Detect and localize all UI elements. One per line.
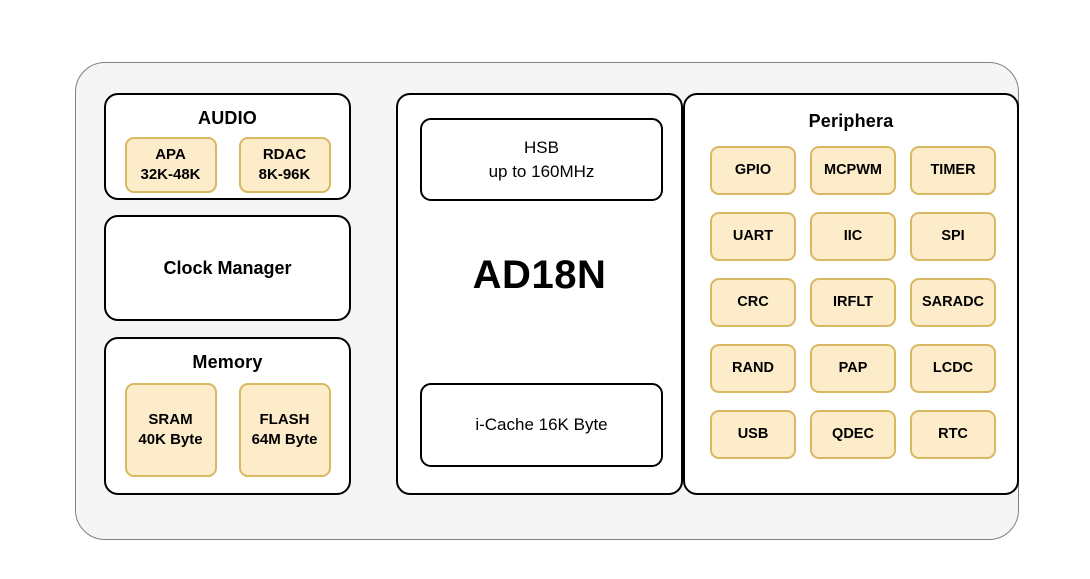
- hsb-bus-name: HSB: [524, 138, 559, 158]
- audio-block-apa: APA 32K-48K: [124, 137, 217, 193]
- peripheral-block-label: PAP: [838, 359, 868, 376]
- audio-block-rdac-name: RDAC: [262, 146, 307, 164]
- peripheral-block-label: IIC: [843, 227, 863, 244]
- peripheral-block-label: TIMER: [930, 161, 976, 178]
- peripheral-block-pap: PAP: [810, 344, 896, 393]
- peripheral-panel: Periphera GPIO MCPWM TIMER UART IIC SPI CRC IRF…: [683, 93, 1019, 495]
- peripheral-block-label: UART: [732, 227, 774, 244]
- memory-block-flash-size: 64M Byte: [251, 431, 318, 448]
- peripheral-block-qdec: QDEC: [810, 410, 896, 459]
- hsb-bus-block: HSB up to 160MHz: [420, 118, 663, 201]
- peripheral-block-label: RTC: [938, 425, 968, 442]
- icache-label: i-Cache 16K Byte: [475, 415, 608, 435]
- peripheral-block-label: GPIO: [734, 161, 772, 178]
- memory-panel: Memory SRAM 40K Byte FLASH 64M Byte: [104, 337, 351, 495]
- peripheral-block-lcdc: LCDC: [910, 344, 996, 393]
- peripheral-block-spi: SPI: [910, 212, 996, 261]
- clock-manager-panel: Clock Manager: [104, 215, 351, 321]
- diagram-columns: AUDIO APA 32K-48K RDAC 8K-96K Clock Mana…: [0, 0, 1090, 579]
- peripheral-block-timer: TIMER: [910, 146, 996, 195]
- memory-block-sram-size: 40K Byte: [138, 431, 203, 448]
- peripheral-block-label: LCDC: [932, 359, 974, 376]
- peripheral-block-label: RAND: [732, 359, 774, 376]
- peripheral-block-label: CRC: [737, 293, 769, 310]
- clock-manager-label: Clock Manager: [163, 257, 292, 278]
- peripheral-block-label: IRFLT: [833, 293, 873, 310]
- peripheral-block-label: SPI: [941, 227, 965, 244]
- peripheral-panel-title: Periphera: [808, 111, 894, 131]
- cpu-panel: HSB up to 160MHz AD18N i-Cache 16K Byte: [396, 93, 683, 495]
- peripheral-block-label: QDEC: [832, 425, 874, 442]
- peripheral-block-rand: RAND: [710, 344, 796, 393]
- peripheral-block-crc: CRC: [710, 278, 796, 327]
- audio-block-rdac-spec: 8K-96K: [258, 166, 311, 183]
- memory-block-row: SRAM 40K Byte FLASH 64M Byte: [106, 383, 349, 477]
- icache-block: i-Cache 16K Byte: [420, 383, 663, 467]
- audio-block-rdac: RDAC 8K-96K: [238, 137, 331, 193]
- hsb-bus-speed: up to 160MHz: [488, 161, 595, 181]
- peripheral-block-grid: GPIO MCPWM TIMER UART IIC SPI CRC IRFLT SARADC RA…: [710, 146, 996, 459]
- peripheral-block-label: MCPWM: [824, 161, 882, 178]
- peripheral-block-usb: USB: [710, 410, 796, 459]
- cpu-name-label: AD18N: [472, 253, 607, 297]
- peripheral-block-iic: IIC: [810, 212, 896, 261]
- peripheral-block-mcpwm: MCPWM: [810, 146, 896, 195]
- audio-block-row: APA 32K-48K RDAC 8K-96K: [106, 137, 349, 193]
- memory-block-flash-name: FLASH: [259, 411, 310, 429]
- soc-block-diagram: AUDIO APA 32K-48K RDAC 8K-96K Clock Mana…: [0, 0, 1090, 579]
- memory-block-sram: SRAM 40K Byte: [124, 383, 217, 477]
- peripheral-block-rtc: RTC: [910, 410, 996, 459]
- peripheral-block-label: USB: [737, 425, 769, 442]
- peripheral-block-irflt: IRFLT: [810, 278, 896, 327]
- peripheral-block-gpio: GPIO: [710, 146, 796, 195]
- peripheral-block-saradc: SARADC: [910, 278, 996, 327]
- audio-panel-title: AUDIO: [198, 108, 257, 128]
- audio-panel: AUDIO APA 32K-48K RDAC 8K-96K: [104, 93, 351, 200]
- peripheral-block-uart: UART: [710, 212, 796, 261]
- memory-panel-title: Memory: [192, 352, 263, 372]
- peripheral-block-label: SARADC: [921, 293, 985, 310]
- audio-block-apa-spec: 32K-48K: [140, 166, 201, 183]
- memory-block-flash: FLASH 64M Byte: [238, 383, 331, 477]
- memory-block-sram-name: SRAM: [148, 411, 193, 429]
- audio-block-apa-name: APA: [155, 146, 186, 164]
